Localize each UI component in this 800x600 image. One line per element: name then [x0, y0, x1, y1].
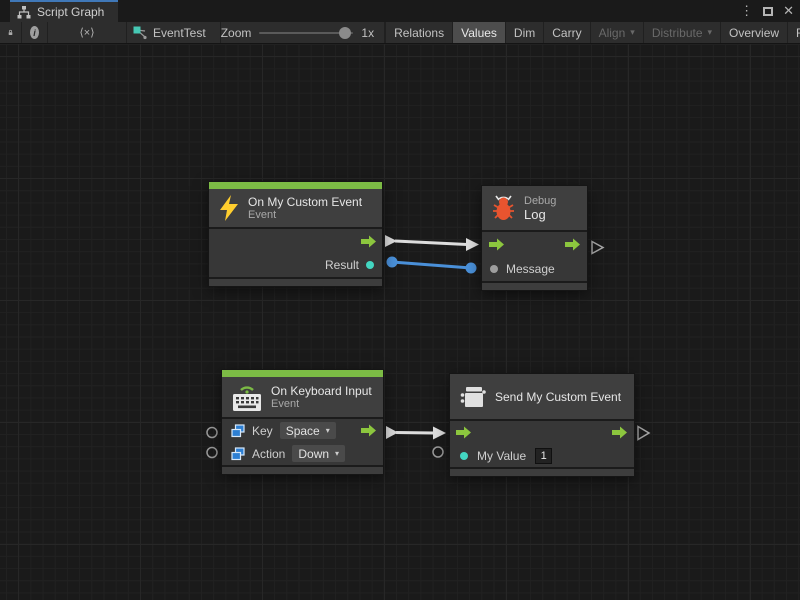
keyboard-action-port-marker[interactable]: [207, 448, 217, 458]
control-input-port[interactable]: [488, 238, 505, 251]
message-value-port[interactable]: [490, 265, 498, 273]
keyboard-key-port-marker[interactable]: [207, 428, 217, 438]
control-output-port[interactable]: [360, 235, 377, 248]
node-body: Key Space ▾ Action: [222, 417, 383, 465]
graph-node-icon: [133, 26, 147, 40]
node-on-keyboard-input[interactable]: On Keyboard Input Event Key Space ▾: [222, 370, 383, 474]
window-controls: ⋮ ✕: [740, 0, 800, 22]
zoom-control: Zoom 1x: [221, 22, 385, 43]
align-dropdown[interactable]: Align▾: [591, 22, 644, 43]
control-input-port[interactable]: [455, 426, 472, 439]
control-output-port[interactable]: [360, 424, 377, 437]
zoom-slider[interactable]: [259, 32, 353, 34]
bug-icon: [492, 194, 515, 222]
key-dropdown[interactable]: Space ▾: [280, 422, 336, 439]
control-output-port[interactable]: [564, 238, 581, 251]
variable-icon: [231, 424, 245, 438]
chevron-down-icon: ▾: [630, 27, 635, 38]
values-toggle[interactable]: Values: [453, 22, 506, 43]
code-icon: ⟨×⟩: [79, 26, 94, 39]
key-port-label: Key: [252, 424, 273, 438]
event-node-green-cap: [209, 182, 382, 189]
node-footer: [450, 467, 634, 476]
myvalue-port-label: My Value: [477, 449, 526, 463]
info-icon: i: [30, 26, 39, 39]
kebab-menu-icon[interactable]: ⋮: [740, 3, 753, 19]
wire-control-event-to-debug[interactable]: [385, 235, 479, 251]
myvalue-input-field[interactable]: 1: [535, 448, 552, 464]
variable-icon: [231, 447, 245, 461]
node-send-my-custom-event[interactable]: Send My Custom Event My Value 1: [450, 374, 634, 476]
lock-button[interactable]: [0, 22, 22, 43]
close-icon[interactable]: ✕: [783, 3, 794, 19]
node-header[interactable]: Debug Log: [482, 186, 587, 230]
distribute-dropdown[interactable]: Distribute▾: [644, 22, 721, 43]
custom-event-machine-icon: [460, 384, 486, 410]
result-port-label: Result: [325, 258, 359, 272]
lightning-bolt-icon: [219, 195, 239, 221]
tab-label: Script Graph: [37, 5, 104, 19]
event-node-green-cap: [222, 370, 383, 377]
script-graph-window: Script Graph ⋮ ✕ i ⟨×⟩: [0, 0, 800, 600]
overview-button[interactable]: Overview: [721, 22, 788, 43]
graph-reference-button[interactable]: EventTest: [127, 22, 221, 43]
wire-value-result-to-message[interactable]: [387, 257, 477, 274]
send-myvalue-port-marker[interactable]: [433, 447, 443, 457]
node-debug-log[interactable]: Debug Log Message: [482, 186, 587, 290]
graph-canvas[interactable]: On My Custom Event Event Result: [0, 44, 800, 600]
node-header[interactable]: On Keyboard Input Event: [222, 377, 383, 417]
zoom-label: Zoom: [221, 26, 252, 40]
node-title: Send My Custom Event: [495, 390, 621, 404]
send-continue-port-marker[interactable]: [638, 427, 649, 440]
node-on-my-custom-event[interactable]: On My Custom Event Event Result: [209, 182, 382, 286]
action-dropdown[interactable]: Down ▾: [292, 445, 345, 462]
node-footer: [209, 277, 382, 286]
wire-control-keyboard-to-send[interactable]: [386, 426, 446, 440]
node-header[interactable]: On My Custom Event Event: [209, 189, 382, 227]
toolbar-left-group: i ⟨×⟩ EventTest Zoom 1x: [0, 22, 385, 43]
full-screen-button[interactable]: Full Screen: [788, 22, 800, 43]
node-body: My Value 1: [450, 419, 634, 467]
node-subtitle: Event: [248, 209, 362, 222]
wires-layer: [0, 44, 800, 600]
relations-toggle[interactable]: Relations: [385, 22, 453, 43]
tab-script-graph[interactable]: Script Graph: [10, 0, 118, 22]
lock-icon: [8, 26, 13, 39]
node-body: Message: [482, 230, 587, 281]
graph-hierarchy-icon: [17, 6, 31, 19]
chevron-down-icon: ▾: [326, 426, 330, 435]
tab-bar: Script Graph ⋮ ✕: [0, 0, 800, 22]
node-header[interactable]: Send My Custom Event: [450, 374, 634, 419]
info-button[interactable]: i: [22, 22, 48, 43]
chevron-down-icon: ▾: [708, 27, 713, 38]
node-body: Result: [209, 227, 382, 277]
zoom-level: 1x: [361, 26, 374, 40]
node-subtitle: Event: [271, 398, 372, 411]
node-title: On My Custom Event: [248, 195, 362, 209]
node-footer: [482, 281, 587, 290]
code-view-button[interactable]: ⟨×⟩: [48, 22, 127, 43]
maximize-icon[interactable]: [763, 7, 773, 16]
control-output-port[interactable]: [611, 426, 628, 439]
node-category: Debug: [524, 195, 556, 208]
node-footer: [222, 465, 383, 474]
keyboard-icon: [232, 381, 262, 413]
graph-name: EventTest: [153, 26, 206, 40]
dim-toggle[interactable]: Dim: [506, 22, 544, 43]
action-port-label: Action: [252, 447, 285, 461]
zoom-slider-handle[interactable]: [339, 27, 351, 39]
message-port-label: Message: [506, 262, 555, 276]
myvalue-value-port[interactable]: [460, 452, 468, 460]
toolbar-right-group: Relations Values Dim Carry Align▾ Distri…: [385, 22, 800, 43]
graph-toolbar: i ⟨×⟩ EventTest Zoom 1x: [0, 22, 800, 44]
node-title: Log: [524, 208, 556, 222]
node-title: On Keyboard Input: [271, 384, 372, 398]
chevron-down-icon: ▾: [335, 449, 339, 458]
result-value-port[interactable]: [366, 261, 374, 269]
debug-continue-port-marker[interactable]: [592, 242, 603, 254]
carry-toggle[interactable]: Carry: [544, 22, 590, 43]
